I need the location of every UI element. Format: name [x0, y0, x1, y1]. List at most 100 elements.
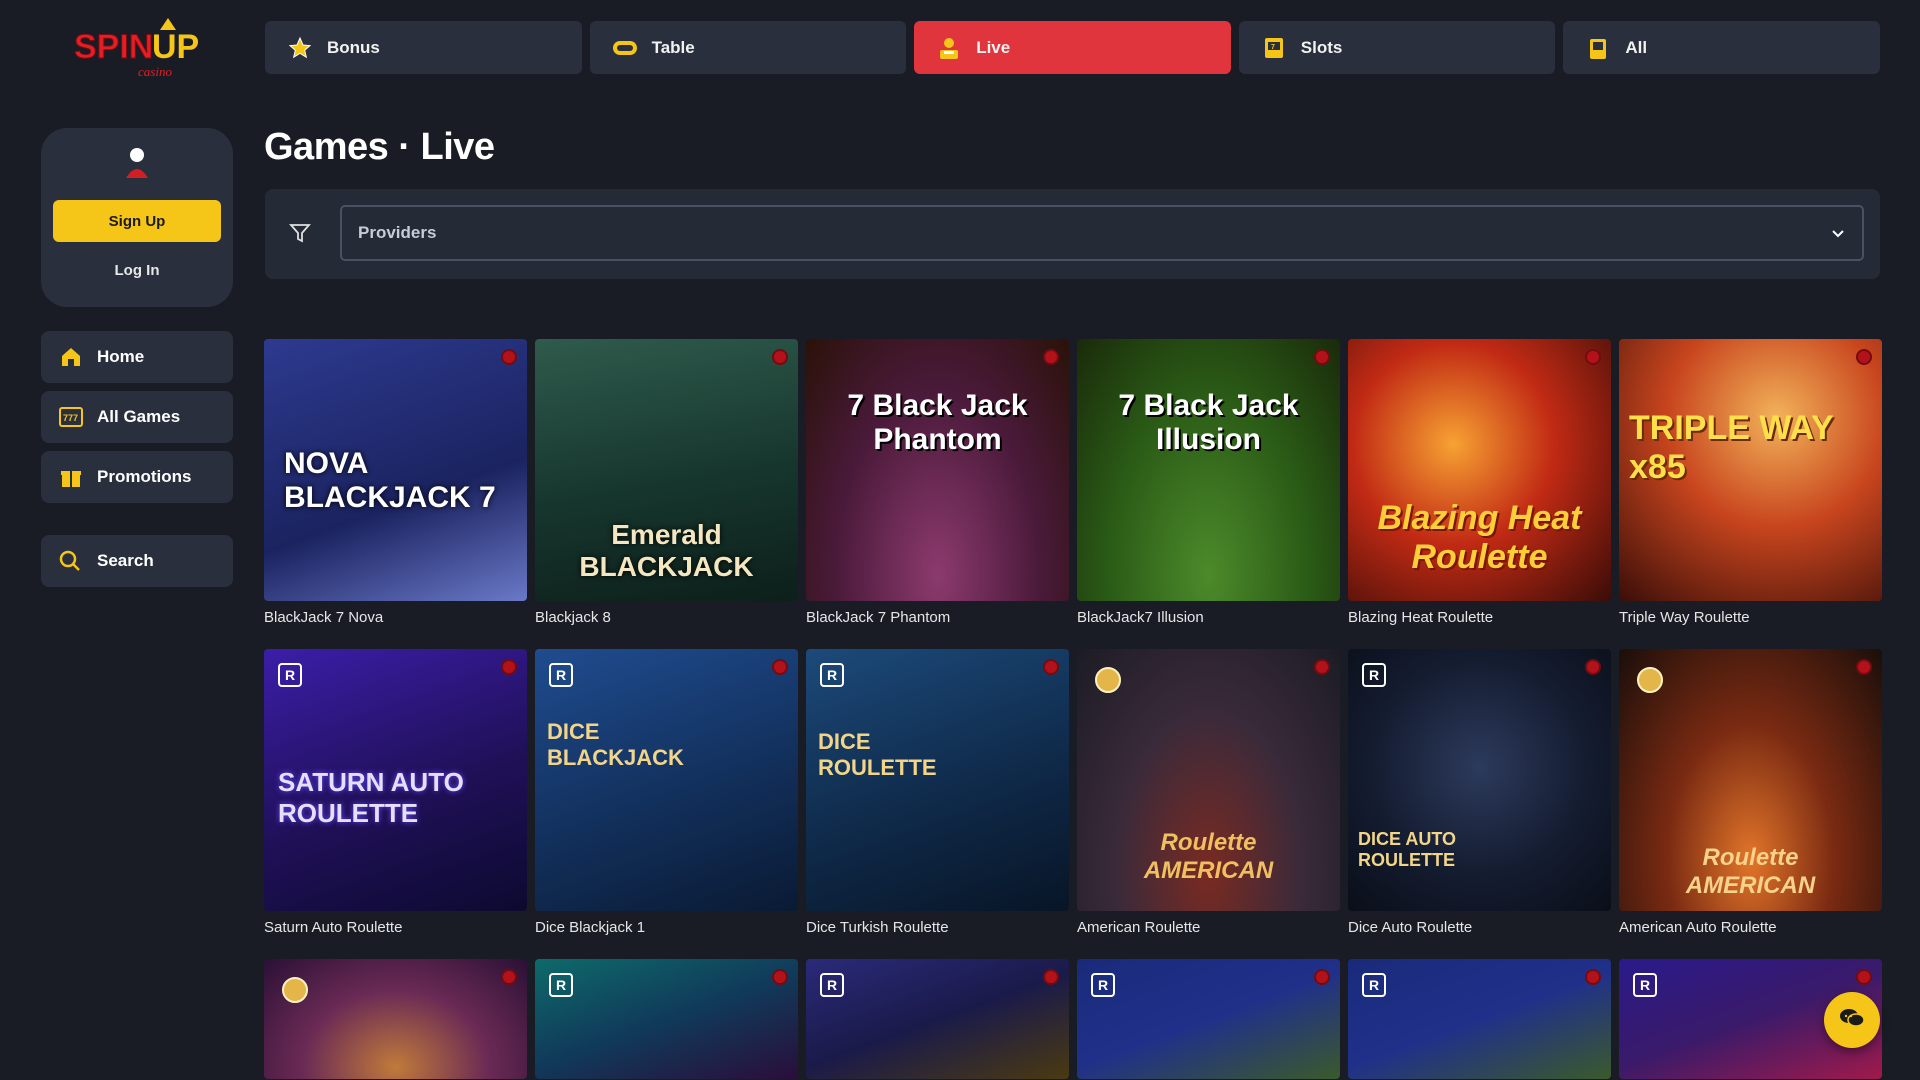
game-title: American Roulette [1077, 919, 1201, 936]
sidebar-item-label: Promotions [97, 467, 192, 486]
tab-label: Live [976, 37, 1011, 57]
game-card[interactable]: R DICE ROULETTE Dice Turkish Roulette [806, 649, 1069, 959]
providers-placeholder: Providers [358, 223, 437, 242]
logo-casino-text: casino [138, 64, 172, 79]
game-thumbnail[interactable]: TRIPLE WAY x85 [1619, 339, 1882, 601]
game-card[interactable]: R [1077, 959, 1340, 1079]
search-button[interactable]: Search [41, 535, 233, 587]
game-card[interactable]: R DICE AUTO ROULETTE Dice Auto Roulette [1348, 649, 1611, 959]
chat-button[interactable] [1824, 992, 1880, 1048]
spinup-logo[interactable]: SPIN UP casino [72, 16, 202, 82]
live-indicator-icon [1043, 349, 1059, 365]
game-card[interactable]: R SATURN AUTO ROULETTE Saturn Auto Roule… [264, 649, 527, 959]
tab-label: All [1625, 37, 1648, 57]
game-card[interactable] [264, 959, 527, 1079]
game-card[interactable]: Blazing Heat Roulette Blazing Heat Roule… [1348, 339, 1611, 649]
provider-badge-icon: R [820, 973, 844, 997]
category-nav: Bonus Table Live 7 Slots All [265, 21, 1880, 74]
filter-icon[interactable] [289, 222, 313, 246]
star-icon [287, 35, 313, 61]
logo-up-text: UP [152, 28, 199, 66]
tab-slots[interactable]: 7 Slots [1238, 21, 1556, 74]
game-title: American Auto Roulette [1619, 919, 1777, 936]
tab-bonus[interactable]: Bonus [265, 21, 582, 74]
live-indicator-icon [1043, 969, 1059, 985]
games-row: NOVA BLACKJACK 7 BlackJack 7 Nova Emeral… [264, 339, 1882, 649]
game-art-text: Blazing Heat Roulette [1377, 499, 1582, 576]
home-icon [59, 345, 83, 369]
game-art-text: DICE AUTO ROULETTE [1358, 829, 1457, 870]
game-thumbnail[interactable]: R DICE BLACKJACK [535, 649, 798, 911]
game-thumbnail[interactable]: Emerald BLACKJACK [535, 339, 798, 601]
chip-icon [612, 35, 638, 61]
game-title: Saturn Auto Roulette [264, 919, 403, 936]
game-title: BlackJack 7 Nova [264, 609, 384, 626]
chat-icon [1838, 1006, 1866, 1035]
provider-badge-icon: R [1362, 973, 1386, 997]
game-thumbnail[interactable]: R SATURN AUTO ROULETTE [264, 649, 527, 911]
game-thumbnail[interactable]: R DICE ROULETTE [806, 649, 1069, 911]
live-indicator-icon [1856, 349, 1872, 365]
game-art-text: DICE BLACKJACK [547, 719, 684, 770]
game-art-text: 7 Black Jack Illusion [1118, 389, 1299, 456]
games-row: R SATURN AUTO ROULETTE Saturn Auto Roule… [264, 649, 1882, 959]
game-card[interactable]: TRIPLE WAY x85 Triple Way Roulette [1619, 339, 1882, 649]
game-thumbnail[interactable]: R DICE AUTO ROULETTE [1348, 649, 1611, 911]
game-thumbnail[interactable]: R [1077, 959, 1340, 1079]
sidebar-item-home[interactable]: Home [41, 331, 233, 383]
tab-live[interactable]: Live [914, 21, 1231, 74]
game-art-text: Roulette AMERICAN [1685, 844, 1816, 899]
game-card[interactable]: Roulette AMERICAN American Roulette [1077, 649, 1340, 959]
provider-coin-icon [1637, 667, 1663, 693]
live-indicator-icon [1043, 659, 1059, 675]
game-thumbnail[interactable]: Roulette AMERICAN [1619, 649, 1882, 911]
game-card[interactable]: NOVA BLACKJACK 7 BlackJack 7 Nova [264, 339, 527, 649]
game-thumbnail[interactable] [264, 959, 527, 1079]
game-card[interactable]: R [535, 959, 798, 1079]
live-indicator-icon [1856, 659, 1872, 675]
sidebar-item-all-games[interactable]: 777 All Games [41, 391, 233, 443]
chevron-down-icon [1830, 226, 1846, 247]
game-thumbnail[interactable]: 7 Black Jack Phantom [806, 339, 1069, 601]
game-card[interactable]: 7 Black Jack Illusion BlackJack7 Illusio… [1077, 339, 1340, 649]
sidebar-item-promotions[interactable]: Promotions [41, 451, 233, 503]
cards-icon [1585, 35, 1611, 61]
tab-label: Slots [1300, 37, 1343, 57]
provider-badge-icon: R [1091, 973, 1115, 997]
game-thumbnail[interactable]: 7 Black Jack Illusion [1077, 339, 1340, 601]
game-card[interactable]: R DICE BLACKJACK Dice Blackjack 1 [535, 649, 798, 959]
game-card[interactable]: R [1348, 959, 1611, 1079]
game-art-text: SATURN AUTO ROULETTE [278, 767, 464, 828]
game-thumbnail[interactable]: Roulette AMERICAN [1077, 649, 1340, 911]
live-indicator-icon [1585, 969, 1601, 985]
game-art-text: DICE ROULETTE [818, 729, 937, 780]
providers-select[interactable]: Providers [340, 205, 1864, 261]
search-icon [59, 549, 83, 573]
game-thumbnail[interactable]: NOVA BLACKJACK 7 [264, 339, 527, 601]
game-card[interactable]: R [806, 959, 1069, 1079]
tab-table[interactable]: Table [589, 21, 907, 74]
game-thumbnail[interactable]: R [535, 959, 798, 1079]
game-thumbnail[interactable]: R [806, 959, 1069, 1079]
provider-badge-icon: R [1362, 663, 1386, 687]
game-thumbnail[interactable]: R [1348, 959, 1611, 1079]
game-card[interactable]: Emerald BLACKJACK Blackjack 8 [535, 339, 798, 649]
sidebar-item-label: All Games [97, 407, 181, 426]
game-card[interactable]: Roulette AMERICAN American Auto Roulette [1619, 649, 1882, 959]
dealer-icon [936, 35, 962, 61]
tab-all[interactable]: All [1563, 21, 1880, 74]
game-title: Dice Blackjack 1 [535, 919, 646, 936]
logo-spin-text: SPIN [74, 28, 153, 66]
provider-badge-icon: R [549, 663, 573, 687]
sign-up-button[interactable]: Sign Up [53, 200, 221, 242]
log-in-link[interactable]: Log In [41, 262, 233, 279]
live-indicator-icon [1314, 659, 1330, 675]
game-card[interactable]: 7 Black Jack Phantom BlackJack 7 Phantom [806, 339, 1069, 649]
game-title: BlackJack 7 Phantom [806, 609, 951, 626]
tab-label: Table [651, 37, 695, 57]
game-thumbnail[interactable]: Blazing Heat Roulette [1348, 339, 1611, 601]
live-indicator-icon [501, 969, 517, 985]
live-indicator-icon [1585, 659, 1601, 675]
avatar-icon [125, 146, 149, 180]
page-title: Games · Live [264, 126, 495, 168]
